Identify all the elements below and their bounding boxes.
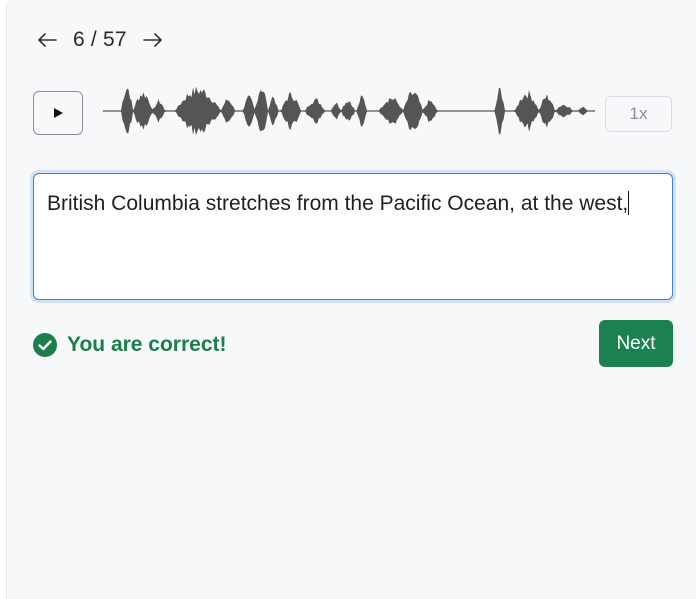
check-circle-icon (33, 333, 57, 357)
text-caret (628, 191, 630, 215)
answer-field-focus-ring: British Columbia stretches from the Paci… (30, 170, 676, 303)
feedback-text: You are correct! (67, 333, 227, 356)
arrow-right-icon (142, 33, 162, 47)
page-counter: 6 / 57 (73, 28, 127, 51)
next-button[interactable]: Next (599, 320, 673, 367)
playback-speed-button[interactable]: 1x (605, 96, 672, 132)
previous-button[interactable] (33, 26, 61, 54)
dictation-panel: 6 / 57 1x British Columbia stretches fro… (6, 0, 696, 599)
audio-waveform[interactable] (103, 76, 595, 146)
feedback-message: You are correct! (33, 332, 227, 358)
pagination: 6 / 57 (33, 26, 167, 54)
play-button[interactable] (33, 91, 83, 135)
arrow-left-icon (38, 33, 57, 47)
answer-text: British Columbia stretches from the Paci… (47, 192, 629, 215)
answer-textarea[interactable]: British Columbia stretches from the Paci… (33, 173, 673, 300)
play-icon (54, 108, 63, 118)
next-arrow-button[interactable] (139, 26, 167, 54)
